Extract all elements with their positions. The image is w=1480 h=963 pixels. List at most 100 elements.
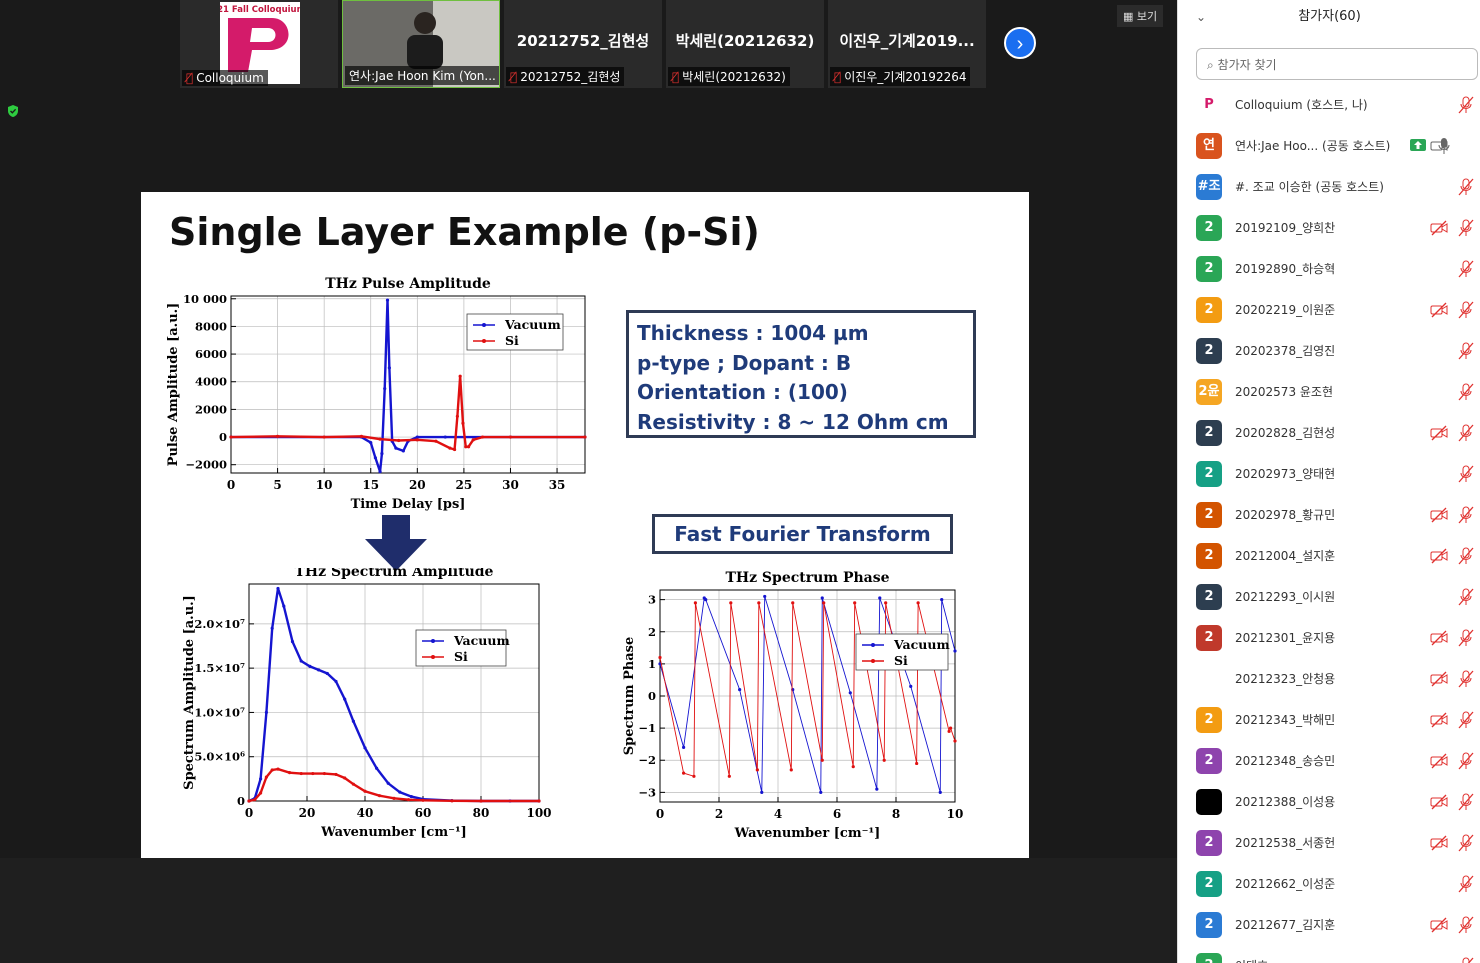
camera-off-icon[interactable]: [1430, 424, 1448, 442]
mic-muted-icon[interactable]: [1458, 547, 1474, 565]
avatar-text: 2: [1204, 876, 1214, 891]
participant-name-large: 이진우_기계2019...: [839, 32, 975, 50]
participant-row[interactable]: 2 20202973_양태현: [1178, 453, 1480, 494]
data-point-vacuum: [385, 298, 390, 302]
mic-muted-icon[interactable]: [1458, 629, 1474, 647]
legend-marker: [871, 643, 875, 647]
tile-name-label: 🎙̸ 이진우_기계20192264: [830, 67, 971, 86]
mic-muted-icon[interactable]: [1458, 834, 1474, 852]
mic-muted-icon[interactable]: [1458, 752, 1474, 770]
mic-icon[interactable]: [1436, 137, 1452, 155]
participant-avatar: 2: [1196, 953, 1222, 963]
participant-row[interactable]: 2 20212538_서종헌: [1178, 822, 1480, 863]
mic-muted-icon[interactable]: [1458, 875, 1474, 893]
camera-off-icon[interactable]: [1430, 752, 1448, 770]
participant-row[interactable]: 2 20202378_김영진: [1178, 330, 1480, 371]
data-point-si: [406, 798, 411, 802]
camera-off-icon[interactable]: [1430, 711, 1448, 729]
panel-header: ⌄ 참가자(60): [1178, 0, 1480, 36]
data-point-vacuum: [763, 594, 767, 599]
participant-row[interactable]: 2 20202828_김현성: [1178, 412, 1480, 453]
camera-off-icon[interactable]: [1430, 670, 1448, 688]
camera-off-icon[interactable]: [1430, 793, 1448, 811]
sample-info-box: Thickness : 1004 µm p-type ; Dopant : B …: [626, 310, 976, 438]
camera-off-icon[interactable]: [1430, 834, 1448, 852]
tile-name-label: 🎙̸ 20212752_김현성: [506, 67, 625, 86]
mic-muted-icon[interactable]: [1458, 178, 1474, 196]
camera-off-icon[interactable]: [1430, 506, 1448, 524]
video-tile[interactable]: 이진우_기계2019... 🎙̸ 이진우_기계20192264: [828, 0, 986, 88]
camera-off-icon[interactable]: [1430, 301, 1448, 319]
series-line-si: [659, 602, 956, 777]
participant-name: 20212293_이시원: [1235, 590, 1336, 604]
camera-off-icon[interactable]: [1430, 547, 1448, 565]
data-point-si: [820, 758, 824, 762]
mic-muted-icon[interactable]: [1458, 219, 1474, 237]
camera-off-icon[interactable]: [1430, 629, 1448, 647]
participant-avatar: 2: [1196, 830, 1222, 856]
video-tile[interactable]: 박세린(20212632) 🎙̸ 박세린(20212632): [666, 0, 824, 88]
participant-row[interactable]: 20212388_이성용: [1178, 781, 1480, 822]
mic-muted-icon[interactable]: [1458, 260, 1474, 278]
participant-row[interactable]: 2 20212677_김지훈: [1178, 904, 1480, 945]
participant-row[interactable]: 2 20212662_이성준: [1178, 863, 1480, 904]
view-button[interactable]: ▦ 보기: [1117, 5, 1164, 27]
mic-muted-icon[interactable]: [1458, 670, 1474, 688]
mic-muted-icon[interactable]: [1458, 424, 1474, 442]
x-tick-label: 20: [299, 806, 316, 820]
data-point-si: [378, 437, 382, 441]
video-tile[interactable]: 연사:Jae Hoon Kim (Yon...: [342, 0, 500, 88]
mic-muted-icon[interactable]: [1458, 301, 1474, 319]
mic-muted-icon[interactable]: [1458, 711, 1474, 729]
avatar-text: 2: [1204, 261, 1214, 276]
participant-row[interactable]: 2 20192890_하승혁: [1178, 248, 1480, 289]
participant-row[interactable]: 연 연사:Jae Hoo... (공동 호스트): [1178, 125, 1480, 166]
video-tile[interactable]: '21 Fall Colloquium 🎙̸Colloquium: [180, 0, 338, 88]
mic-muted-icon[interactable]: [1458, 793, 1474, 811]
avatar-text: 2: [1204, 917, 1214, 932]
participant-row[interactable]: 2 20212004_설지훈: [1178, 535, 1480, 576]
data-point-si: [415, 438, 419, 442]
security-shield-icon[interactable]: [6, 104, 20, 118]
x-tick-label: 4: [774, 807, 782, 821]
data-point-vacuum: [738, 687, 742, 692]
participant-row[interactable]: 2 20212301_윤지용: [1178, 617, 1480, 658]
mic-muted-icon[interactable]: [1458, 957, 1474, 963]
participant-row[interactable]: 20212323_안청용: [1178, 658, 1480, 699]
mic-muted-icon[interactable]: [1458, 465, 1474, 483]
data-point-si: [693, 601, 697, 605]
data-point-si: [682, 771, 686, 775]
mic-muted-icon[interactable]: [1458, 588, 1474, 606]
video-tile[interactable]: 20212752_김현성 🎙̸ 20212752_김현성: [504, 0, 662, 88]
legend-label: Vacuum: [893, 637, 950, 652]
chevron-down-icon[interactable]: ⌄: [1196, 0, 1206, 34]
participant-row[interactable]: 2 20212348_송승민: [1178, 740, 1480, 781]
mic-muted-icon[interactable]: [1458, 506, 1474, 524]
mic-muted-icon[interactable]: [1458, 96, 1474, 114]
participant-row[interactable]: 2 20202219_이원준: [1178, 289, 1480, 330]
y-tick-label: 0: [648, 689, 656, 703]
participant-row[interactable]: 2 20212343_박해민: [1178, 699, 1480, 740]
participant-row[interactable]: #조 #. 조교 이승한 (공동 호스트): [1178, 166, 1480, 207]
mic-muted-icon[interactable]: [1458, 916, 1474, 934]
legend-marker: [871, 659, 875, 663]
y-tick-label: 2.0×10⁷: [194, 617, 245, 631]
data-point-vacuum: [682, 745, 686, 749]
x-tick-label: 0: [227, 478, 235, 492]
data-point-si: [264, 775, 268, 779]
camera-off-icon[interactable]: [1430, 916, 1448, 934]
participant-name-large: 20212752_김현성: [516, 32, 650, 50]
participant-row[interactable]: P Colloquium (호스트, 나): [1178, 84, 1480, 125]
camera-off-icon[interactable]: [1430, 219, 1448, 237]
next-page-button[interactable]: ›: [1004, 27, 1036, 59]
participant-row[interactable]: 2 20202978_황규민: [1178, 494, 1480, 535]
mic-muted-icon[interactable]: [1458, 383, 1474, 401]
participant-search-input[interactable]: ⌕ 참가자 찾기: [1196, 48, 1478, 80]
participant-row[interactable]: 2윤 20202573 윤조현: [1178, 371, 1480, 412]
participant-row[interactable]: 2 20212293_이시원: [1178, 576, 1480, 617]
mic-muted-icon[interactable]: [1458, 342, 1474, 360]
avatar-text: #조: [1197, 179, 1221, 194]
participant-avatar: 2: [1196, 215, 1222, 241]
participant-row[interactable]: 2 이태호: [1178, 945, 1480, 963]
participant-row[interactable]: 2 20192109_양희찬: [1178, 207, 1480, 248]
